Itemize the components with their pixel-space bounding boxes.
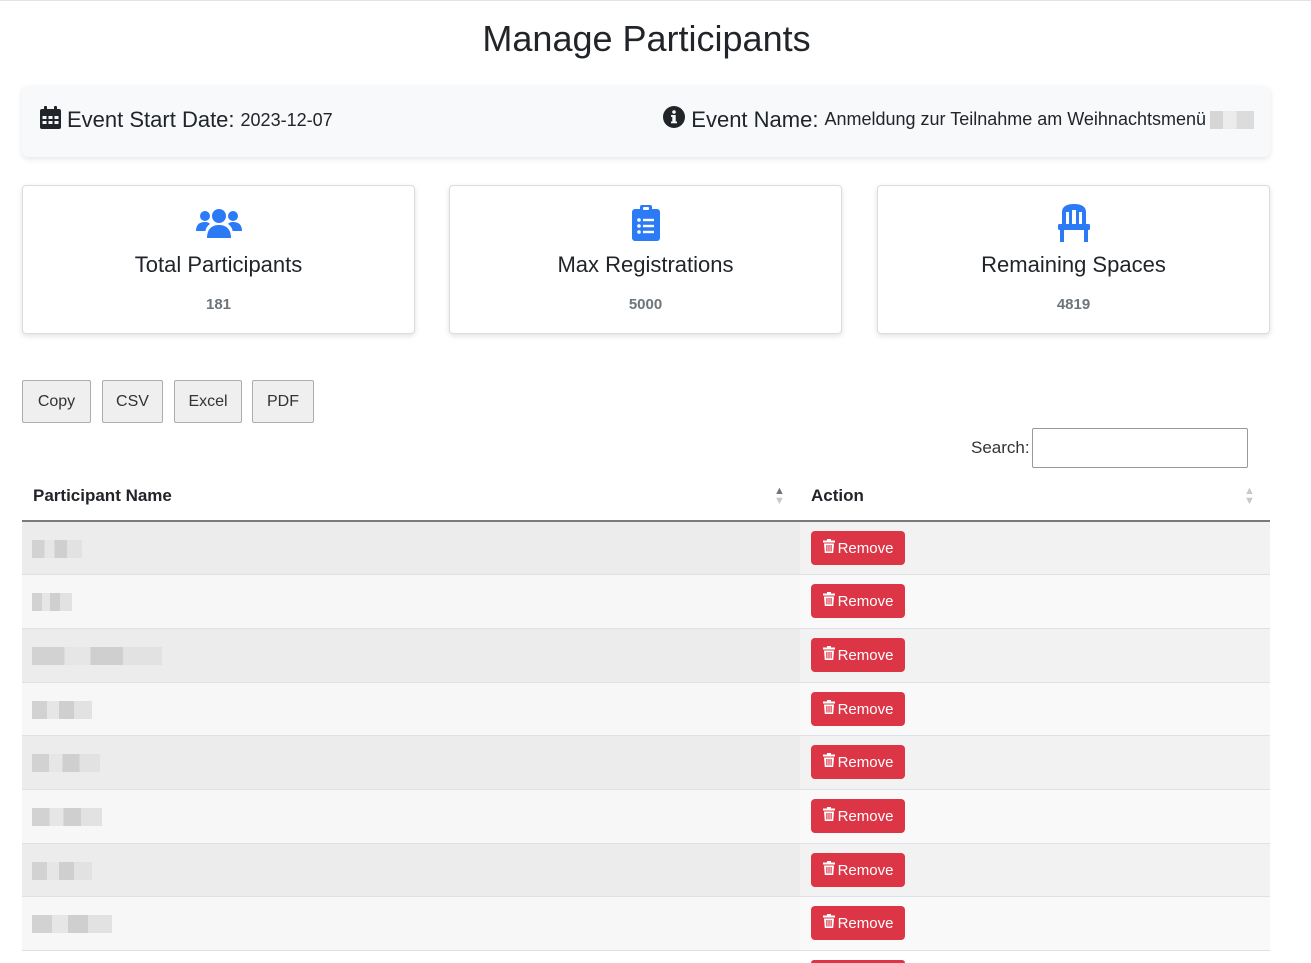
event-start-label: Event Start Date: xyxy=(67,107,235,132)
top-border xyxy=(0,0,1311,1)
remove-button[interactable]: Remove xyxy=(811,853,905,887)
redacted-name xyxy=(32,593,72,611)
redacted-name xyxy=(32,808,102,826)
participant-name-cell xyxy=(22,790,800,843)
users-icon xyxy=(23,204,414,242)
event-start-date: Event Start Date: 2023-12-07 xyxy=(40,106,333,134)
table-row: Remove xyxy=(22,736,1270,790)
trash-icon xyxy=(822,753,835,771)
participant-name-cell xyxy=(22,629,800,682)
table-row: Remove xyxy=(22,790,1270,844)
redacted-name xyxy=(32,862,92,880)
excel-button[interactable]: Excel xyxy=(174,380,242,423)
redacted-name xyxy=(32,647,162,665)
table-row: Remove xyxy=(22,844,1270,897)
remove-label: Remove xyxy=(837,753,894,771)
redacted-text xyxy=(1210,110,1254,129)
remove-button[interactable]: Remove xyxy=(811,745,905,779)
remove-button[interactable]: Remove xyxy=(811,906,905,940)
trash-icon xyxy=(822,700,835,718)
remove-button[interactable]: Remove xyxy=(811,799,905,833)
participant-name-cell xyxy=(22,522,800,574)
redacted-name xyxy=(32,701,92,719)
event-info-bar: Event Start Date: 2023-12-07 Event Name:… xyxy=(22,86,1270,157)
sort-asc-icon[interactable]: ▲ ▼ xyxy=(774,486,785,507)
participant-name-cell xyxy=(22,844,800,896)
trash-icon xyxy=(822,646,835,664)
remove-label: Remove xyxy=(837,807,894,825)
copy-button[interactable]: Copy xyxy=(22,380,91,423)
trash-icon xyxy=(822,539,835,557)
event-name-label: Event Name: xyxy=(691,106,819,132)
stat-title: Max Registrations xyxy=(557,252,734,277)
csv-button[interactable]: CSV xyxy=(102,380,163,423)
stat-card-max-registrations: Max Registrations 5000 xyxy=(449,185,842,334)
remove-button[interactable]: Remove xyxy=(811,638,905,672)
search-label: Search: xyxy=(971,438,1030,457)
trash-icon xyxy=(822,807,835,825)
remove-button[interactable]: Remove xyxy=(811,584,905,618)
stat-title: Remaining Spaces xyxy=(981,252,1166,277)
page-title: Manage Participants xyxy=(482,18,811,59)
stat-card-total-participants: Total Participants 181 xyxy=(22,185,415,334)
stat-value: 4819 xyxy=(1056,296,1091,313)
info-circle-icon xyxy=(663,106,686,133)
trash-icon xyxy=(822,592,835,610)
remove-label: Remove xyxy=(837,646,894,664)
column-header-participant-name[interactable]: Participant Name xyxy=(33,486,172,506)
stat-title: Total Participants xyxy=(134,252,303,277)
remove-label: Remove xyxy=(837,592,894,610)
table-row: Remove xyxy=(22,575,1270,629)
stat-value: 181 xyxy=(205,296,232,313)
remove-label: Remove xyxy=(837,861,894,879)
participant-name-cell xyxy=(22,897,800,950)
remove-label: Remove xyxy=(837,914,894,932)
participant-name-cell xyxy=(22,683,800,735)
sort-both-icon[interactable]: ▲ ▼ xyxy=(1244,486,1255,507)
event-start-value: 2023-12-07 xyxy=(240,109,333,130)
pdf-button[interactable]: PDF xyxy=(252,380,314,423)
remove-label: Remove xyxy=(837,700,894,718)
participant-name-cell xyxy=(22,575,800,628)
stat-card-remaining-spaces: Remaining Spaces 4819 xyxy=(877,185,1270,334)
chair-icon xyxy=(878,204,1269,242)
calendar-icon xyxy=(40,106,61,134)
event-name-value: Anmeldung zur Teilnahme am Weihnachtsmen… xyxy=(824,109,1206,129)
remove-button[interactable]: Remove xyxy=(811,692,905,726)
remove-button[interactable]: Remove xyxy=(811,531,905,565)
table-row: Remove xyxy=(22,522,1270,575)
participant-name-cell xyxy=(22,736,800,789)
redacted-name xyxy=(32,540,82,558)
event-name: Event Name: Anmeldung zur Teilnahme am W… xyxy=(663,106,1254,133)
search-input[interactable] xyxy=(1032,428,1248,468)
table-row: Remove xyxy=(22,897,1270,951)
trash-icon xyxy=(822,861,835,879)
clipboard-list-icon xyxy=(450,204,841,242)
column-header-action[interactable]: Action xyxy=(811,486,864,506)
table-row: Remove xyxy=(22,683,1270,736)
redacted-name xyxy=(32,915,112,933)
remove-label: Remove xyxy=(837,539,894,557)
stat-value: 5000 xyxy=(628,296,663,313)
redacted-name xyxy=(32,754,100,772)
trash-icon xyxy=(822,914,835,932)
table-row: Remove xyxy=(22,629,1270,683)
